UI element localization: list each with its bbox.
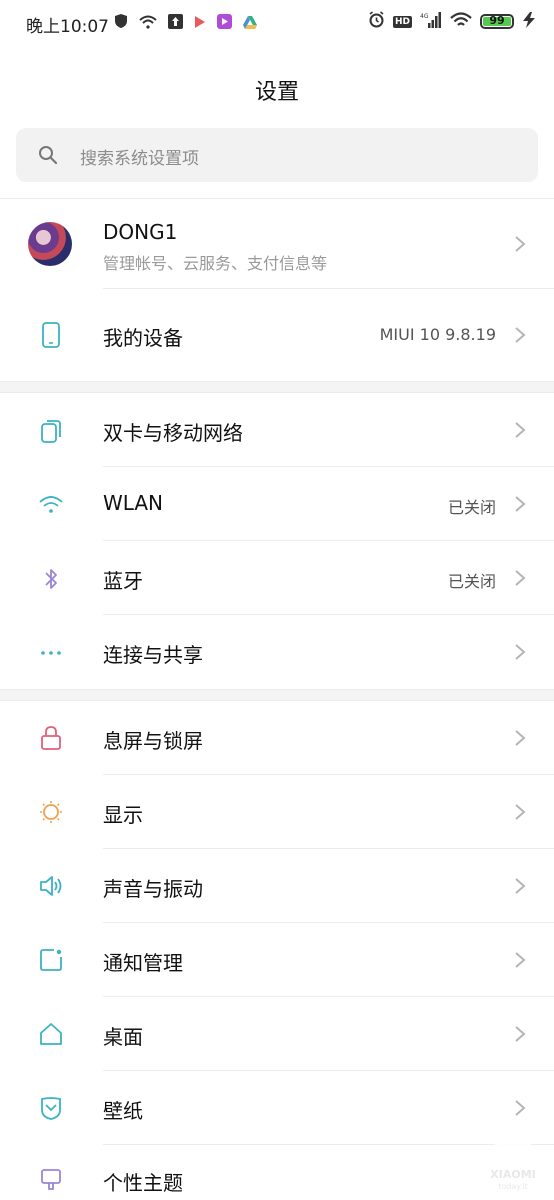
chevron-right-icon <box>515 236 526 252</box>
dual-sim-label: 双卡与移动网络 <box>103 421 243 445</box>
connection-sharing-row[interactable]: 连接与共享 <box>0 615 554 689</box>
bluetooth-icon <box>45 569 57 589</box>
search-input[interactable]: 搜索系统设置项 <box>16 128 538 182</box>
chevron-right-icon <box>515 327 526 343</box>
account-row[interactable]: DONG1 管理帐号、云服务、支付信息等 <box>0 199 554 289</box>
my-device-value: MIUI 10 9.8.19 <box>379 325 496 344</box>
theme-icon <box>41 1169 61 1190</box>
speaker-icon <box>40 876 62 896</box>
notification-label: 通知管理 <box>103 951 183 975</box>
chevron-right-icon <box>515 422 526 438</box>
wlan-value: 已关闭 <box>447 498 496 517</box>
sound-vibration-label: 声音与振动 <box>103 877 203 901</box>
wallpaper-icon <box>41 1097 61 1120</box>
search-placeholder: 搜索系统设置项 <box>80 149 199 169</box>
chevron-right-icon <box>515 496 526 512</box>
bluetooth-label: 蓝牙 <box>103 569 143 593</box>
phone-icon <box>42 322 60 348</box>
wallpaper-label: 壁纸 <box>103 1099 143 1123</box>
wallpaper-row[interactable]: 壁纸 <box>0 1071 554 1145</box>
shield-icon <box>114 13 128 33</box>
theme-label: 个性主题 <box>103 1171 183 1195</box>
chevron-right-icon <box>515 570 526 586</box>
svg-text:4G: 4G <box>420 13 429 20</box>
dual-sim-row[interactable]: 双卡与移动网络 <box>0 393 554 467</box>
lock-icon <box>41 726 61 750</box>
section-gap <box>0 381 554 393</box>
chevron-right-icon <box>515 1100 526 1116</box>
chevron-right-icon <box>515 952 526 968</box>
my-device-label: 我的设备 <box>103 326 183 350</box>
alarm-icon <box>368 11 385 32</box>
xiaomi-today-watermark: XIAOMI today.it <box>478 1122 548 1192</box>
chevron-right-icon <box>515 804 526 820</box>
wifi-status-icon <box>139 14 157 33</box>
wifi-icon <box>39 496 63 513</box>
home-screen-label: 桌面 <box>103 1025 143 1049</box>
lock-screen-label: 息屏与锁屏 <box>103 729 203 753</box>
svg-text:XIAOMI: XIAOMI <box>490 1168 535 1181</box>
theme-row[interactable]: 个性主题 <box>0 1145 554 1200</box>
home-screen-row[interactable]: 桌面 <box>0 997 554 1071</box>
battery-indicator: 99 <box>480 14 514 29</box>
sun-icon <box>40 801 62 823</box>
signal-icon: 4G <box>420 11 442 32</box>
wlan-row[interactable]: WLAN 已关闭 <box>0 467 554 541</box>
dual-sim-icon <box>41 420 61 443</box>
home-icon <box>40 1023 62 1045</box>
upload-icon <box>168 13 183 33</box>
account-subtitle: 管理帐号、云服务、支付信息等 <box>103 254 328 273</box>
notification-icon <box>40 949 62 971</box>
connection-sharing-label: 连接与共享 <box>103 643 203 667</box>
bluetooth-row[interactable]: 蓝牙 已关闭 <box>0 541 554 615</box>
wifi-signal-icon <box>450 11 472 32</box>
play-store-icon <box>194 14 206 33</box>
display-row[interactable]: 显示 <box>0 775 554 849</box>
app-icon <box>217 13 232 33</box>
drive-icon <box>243 14 257 33</box>
sound-vibration-row[interactable]: 声音与振动 <box>0 849 554 923</box>
bluetooth-value: 已关闭 <box>447 572 496 591</box>
chevron-right-icon <box>515 878 526 894</box>
chevron-right-icon <box>515 1026 526 1042</box>
page-title: 设置 <box>254 80 299 105</box>
search-icon <box>38 145 58 169</box>
svg-text:today.it: today.it <box>498 1182 528 1191</box>
notification-row[interactable]: 通知管理 <box>0 923 554 997</box>
status-time: 晚上10:07 <box>26 17 109 37</box>
charging-icon <box>522 11 536 32</box>
wlan-label: WLAN <box>103 491 164 515</box>
hd-icon: HD <box>392 15 412 28</box>
my-device-row[interactable]: 我的设备 MIUI 10 9.8.19 <box>0 289 554 381</box>
avatar <box>28 222 72 266</box>
lock-screen-row[interactable]: 息屏与锁屏 <box>0 701 554 775</box>
chevron-right-icon <box>515 730 526 746</box>
section-gap <box>0 689 554 701</box>
chevron-right-icon <box>515 644 526 660</box>
more-dots-icon <box>41 651 61 655</box>
account-name: DONG1 <box>103 220 178 244</box>
status-bar: 晚上10:07 HD 4G 99 <box>0 0 554 46</box>
display-label: 显示 <box>103 803 143 827</box>
